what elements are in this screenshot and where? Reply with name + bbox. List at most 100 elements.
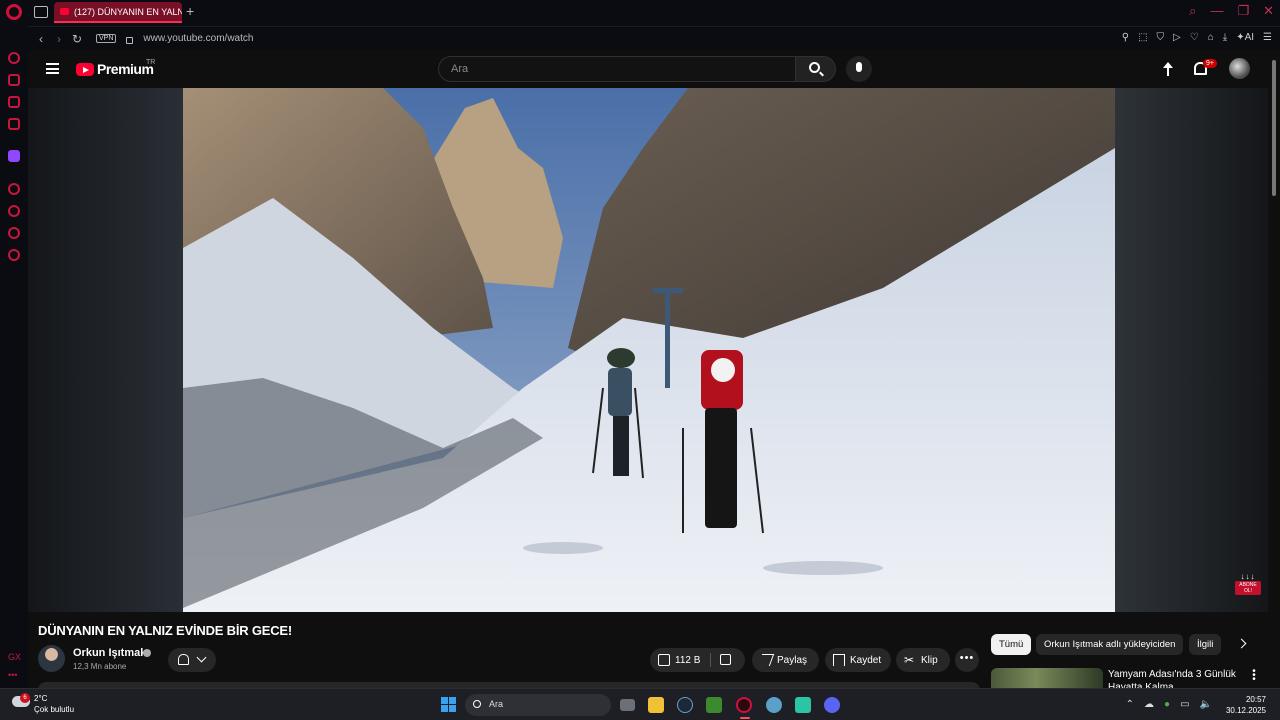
voice-search-button[interactable] <box>846 56 872 82</box>
hamburger-menu-icon[interactable] <box>46 63 59 74</box>
like-icon[interactable] <box>658 654 670 666</box>
subscriber-count: 12,3 Mn abone <box>73 662 127 671</box>
subscription-bell-button[interactable] <box>168 648 216 672</box>
share-button[interactable]: Paylaş <box>752 648 819 672</box>
forward-icon[interactable]: › <box>54 32 64 46</box>
dislike-icon[interactable] <box>720 654 731 665</box>
recommendation-thumbnail[interactable] <box>991 668 1103 690</box>
new-tab-button[interactable]: + <box>186 3 194 19</box>
twitch-icon[interactable] <box>8 150 20 162</box>
whatsapp-icon[interactable] <box>795 697 811 713</box>
gx-corner-icon[interactable] <box>8 74 20 86</box>
system-clock[interactable]: 20:57 30.12.2025 <box>1226 694 1266 716</box>
microphone-tray-icon[interactable]: ● <box>1164 699 1170 710</box>
watermark-badge: ABONE OL! <box>1235 581 1261 595</box>
tab-title: (127) DÜNYANIN EN YALNIZ EVİNDE BİR GECE… <box>74 6 182 17</box>
steam-icon[interactable] <box>677 697 693 713</box>
kebab-menu-icon[interactable]: • • • <box>1250 667 1258 685</box>
clock-time: 20:57 <box>1245 695 1266 704</box>
extensions-icon[interactable] <box>8 227 20 239</box>
video-frame[interactable] <box>183 88 1115 612</box>
tab-search-icon[interactable]: ⌕ <box>1189 3 1196 19</box>
reload-icon[interactable]: ↻ <box>72 32 82 46</box>
search-button[interactable] <box>796 56 836 82</box>
watermark-arrows-icon: ↓↓↓ <box>1240 572 1256 581</box>
save-button[interactable]: Kaydet <box>825 648 891 672</box>
account-avatar[interactable] <box>1229 58 1250 79</box>
lock-icon[interactable] <box>126 37 134 44</box>
chip-related[interactable]: İlgili <box>1189 634 1222 655</box>
browser-tab-active[interactable]: (127) DÜNYANIN EN YALNIZ EVİNDE BİR GECE… <box>54 2 182 23</box>
gx-control-icon[interactable]: GX <box>8 652 21 662</box>
back-icon[interactable]: ‹ <box>36 32 46 46</box>
subscribe-watermark[interactable]: ↓↓↓ ABONE OL! <box>1235 572 1261 596</box>
clip-button[interactable]: ✂ Klip <box>896 648 950 672</box>
upload-icon[interactable] <box>1162 62 1174 76</box>
player-icon[interactable] <box>8 183 20 195</box>
bookmarks-icon[interactable] <box>8 118 20 130</box>
minimize-icon[interactable]: — <box>1210 3 1223 19</box>
windows-taskbar: 6 2°C Çok bulutlu Ara ⌃ ☁ ● ▭ 🔈 20:57 30… <box>0 688 1280 720</box>
weather-condition[interactable]: Çok bulutlu <box>34 705 74 714</box>
more-actions-button[interactable]: ••• <box>955 648 979 672</box>
like-dislike-group: 112 B <box>650 648 745 672</box>
restore-icon[interactable]: ❐ <box>1237 3 1249 19</box>
shield-icon[interactable]: ⛉ <box>1157 32 1165 43</box>
task-view-icon[interactable] <box>620 699 635 711</box>
opera-logo-icon[interactable] <box>6 4 22 20</box>
volume-icon[interactable]: 🔈 <box>1200 699 1212 710</box>
tray-chevron-up-icon[interactable]: ⌃ <box>1126 699 1134 710</box>
settings-icon[interactable] <box>8 249 20 261</box>
country-code: TR <box>146 59 156 66</box>
snapshot-icon[interactable]: ⬚ <box>1138 32 1147 43</box>
play-icon[interactable]: ▷ <box>1173 32 1181 43</box>
wallet-icon[interactable]: ⌂ <box>1208 32 1214 43</box>
temperature[interactable]: 2°C <box>34 694 47 703</box>
pin-icon[interactable]: ⚲ <box>1122 32 1129 43</box>
aria-icon[interactable] <box>8 52 20 64</box>
history-icon[interactable] <box>8 205 20 217</box>
browser-tab-bar: (127) DÜNYANIN EN YALNIZ EVİNDE BİR GECE… <box>0 0 1280 26</box>
url-field[interactable]: www.youtube.com/watch <box>143 33 253 44</box>
download-icon[interactable]: ⤓ <box>1223 32 1227 43</box>
sidebar-more-icon[interactable]: ••• <box>8 670 17 680</box>
search-input[interactable]: Ara <box>438 56 796 82</box>
aria-ai-button[interactable]: ✦AI <box>1236 32 1254 43</box>
weather-badge: 6 <box>20 693 30 703</box>
ambient-left <box>28 88 183 612</box>
video-player[interactable]: ↓↓↓ ABONE OL! <box>28 88 1268 612</box>
channel-avatar[interactable] <box>38 645 65 672</box>
close-icon[interactable]: ✕ <box>1263 3 1274 19</box>
bell-icon <box>178 654 189 665</box>
chip-from-uploader[interactable]: Orkun Işıtmak adlı yükleyiciden <box>1036 634 1184 655</box>
ambient-right <box>1115 88 1268 612</box>
vpn-badge[interactable]: VPN <box>96 34 117 43</box>
minecraft-icon[interactable] <box>706 697 722 713</box>
like-divider <box>710 653 711 667</box>
opera-taskbar-icon[interactable] <box>736 697 752 713</box>
messenger-icon[interactable] <box>8 96 20 108</box>
onedrive-icon[interactable]: ☁ <box>1144 699 1154 710</box>
heart-icon[interactable]: ♡ <box>1190 32 1199 43</box>
windows-start-icon[interactable] <box>441 697 456 712</box>
search-placeholder: Ara <box>451 63 469 75</box>
chevron-right-icon[interactable] <box>1236 638 1247 649</box>
channel-name[interactable]: Orkun Işıtmak <box>73 647 146 659</box>
ai-label: AI <box>1244 32 1255 43</box>
page-scrollbar[interactable] <box>1268 50 1280 688</box>
clip-label: Klip <box>921 654 938 666</box>
menu-icon[interactable]: ☰ <box>1263 32 1272 43</box>
like-count[interactable]: 112 B <box>675 655 700 666</box>
file-explorer-icon[interactable] <box>648 697 664 713</box>
display-icon[interactable]: ▭ <box>1180 699 1189 710</box>
notification-badge: 9+ <box>1203 59 1217 68</box>
taskbar-search[interactable]: Ara <box>465 694 611 716</box>
scrollbar-thumb[interactable] <box>1272 60 1276 196</box>
discord-icon[interactable] <box>824 697 840 713</box>
network-app-icon[interactable] <box>766 697 782 713</box>
tab-islands-icon[interactable] <box>34 6 48 18</box>
chip-all[interactable]: Tümü <box>991 634 1032 655</box>
share-icon <box>757 654 775 666</box>
youtube-brand[interactable]: Premium <box>97 61 154 77</box>
youtube-logo-icon[interactable] <box>76 63 94 76</box>
